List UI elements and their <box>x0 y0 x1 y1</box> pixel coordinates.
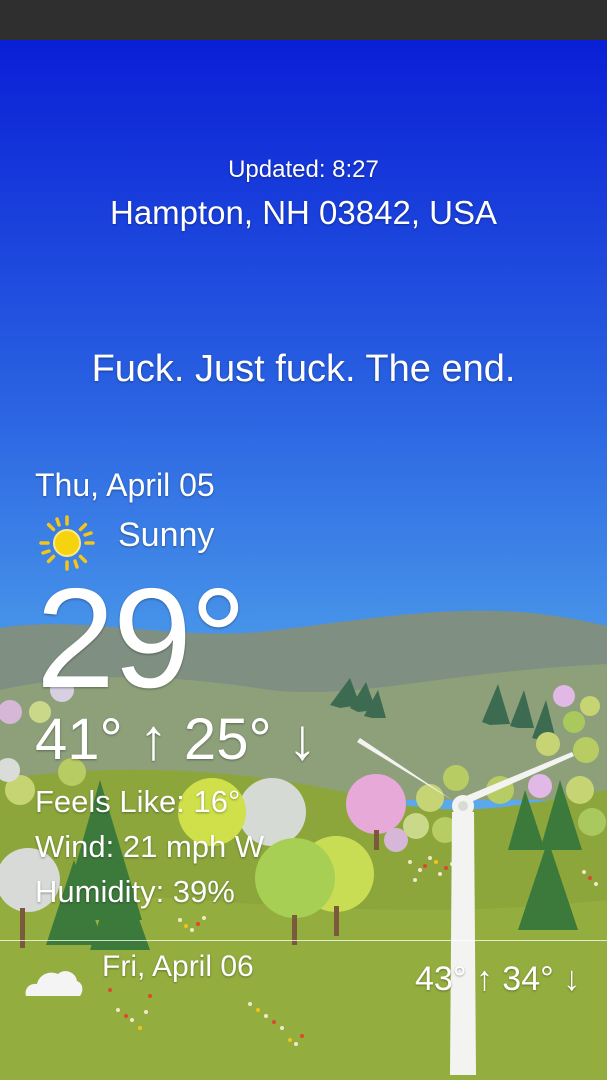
weather-headline: Fuck. Just fuck. The end. <box>91 348 516 390</box>
forecast-hi-lo: 43° ↑ 34° ↓ <box>415 960 581 998</box>
feels-like: Feels Like: 16° <box>35 784 241 819</box>
cloud-icon <box>25 971 83 996</box>
current-condition: Sunny <box>118 516 215 554</box>
current-hi-lo: 41° ↑ 25° ↓ <box>35 707 317 772</box>
status-bar <box>0 0 607 40</box>
forecast-divider <box>0 940 607 941</box>
location-name[interactable]: Hampton, NH 03842, USA <box>0 194 607 232</box>
current-date: Thu, April 05 <box>35 467 215 503</box>
humidity: Humidity: 39% <box>35 874 235 909</box>
current-temperature: 29° <box>36 559 247 718</box>
wind-speed: Wind: 21 mph W <box>35 829 265 864</box>
forecast-day: Fri, April 06 <box>102 950 254 983</box>
updated-time: Updated: 8:27 <box>228 156 379 183</box>
